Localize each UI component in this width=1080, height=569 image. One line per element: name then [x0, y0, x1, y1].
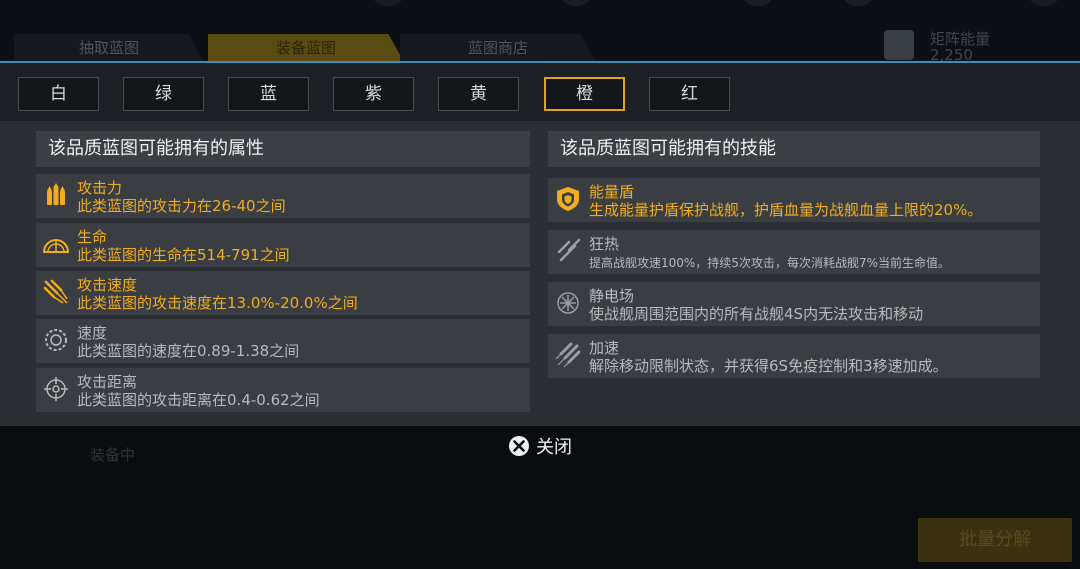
quality-tab-red[interactable]: 红 [649, 77, 730, 111]
attribute-row-speed: 速度 此类蓝图的速度在0.89-1.38之间 [36, 319, 530, 363]
attribute-row-attack-speed: 攻击速度 此类蓝图的攻击速度在13.0%-20.0%之间 [36, 271, 530, 315]
energy-shield-icon [555, 186, 581, 212]
attribute-desc: 此类蓝图的攻击速度在13.0%-20.0%之间 [77, 294, 358, 312]
tab-equip-blueprint[interactable]: 装备蓝图 [208, 34, 404, 62]
quality-tab-green[interactable]: 绿 [123, 77, 204, 111]
skill-desc: 解除移动限制状态，并获得6S免疫控制和3移速加成。 [589, 357, 948, 375]
quality-info-modal: 白 绿 蓝 紫 黄 橙 红 该品质蓝图可能拥有的属性 攻击力 此类蓝图的攻击力在… [0, 61, 1080, 426]
boost-icon [555, 342, 581, 368]
attribute-row-range: 攻击距离 此类蓝图的攻击距离在0.4-0.62之间 [36, 368, 530, 412]
skill-name: 狂热 [589, 235, 620, 253]
quality-tabs: 白 绿 蓝 紫 黄 橙 红 [0, 63, 1080, 121]
speed-gauge-icon [43, 327, 69, 353]
batch-disassemble-button[interactable]: 批量分解 [918, 518, 1072, 562]
attribute-desc: 此类蓝图的攻击距离在0.4-0.62之间 [77, 391, 320, 409]
skill-desc: 提高战舰攻速100%，持续5次攻击，每次消耗战舰7%当前生命值。 [589, 256, 950, 270]
missile-burst-icon [43, 279, 69, 305]
quality-tab-purple[interactable]: 紫 [333, 77, 414, 111]
quality-tab-yellow[interactable]: 黄 [438, 77, 519, 111]
frenzy-icon [555, 238, 581, 264]
energy-cube-icon [884, 30, 914, 60]
skill-row-energy-shield: 能量盾 生成能量护盾保护战舰，护盾血量为战舰血量上限的20%。 [548, 178, 1040, 222]
top-circle-icon [742, 0, 774, 6]
attributes-title: 该品质蓝图可能拥有的属性 [36, 131, 530, 167]
skill-desc: 生成能量护盾保护战舰，护盾血量为战舰血量上限的20%。 [589, 201, 983, 219]
attribute-desc: 此类蓝图的生命在514-791之间 [77, 246, 290, 264]
ammo-icon [43, 182, 69, 208]
static-field-icon [555, 290, 581, 316]
shield-dome-icon [43, 231, 69, 257]
close-label: 关闭 [536, 437, 572, 458]
tab-blueprint-shop[interactable]: 蓝图商店 [400, 34, 596, 62]
close-button[interactable]: 关闭 [508, 433, 572, 459]
attribute-row-attack: 攻击力 此类蓝图的攻击力在26-40之间 [36, 174, 530, 218]
skill-row-boost: 加速 解除移动限制状态，并获得6S免疫控制和3移速加成。 [548, 334, 1040, 378]
quality-tab-orange[interactable]: 橙 [544, 77, 625, 111]
quality-tab-white[interactable]: 白 [18, 77, 99, 111]
screen: 抽取蓝图 装备蓝图 蓝图商店 矩阵能量 2,250 装备中 批量分解 白 绿 蓝… [0, 0, 1080, 569]
top-circle-icon [1028, 0, 1060, 6]
quality-tab-blue[interactable]: 蓝 [228, 77, 309, 111]
crosshair-icon [43, 376, 69, 402]
equipping-label: 装备中 [90, 446, 136, 464]
skill-row-frenzy: 狂热 提高战舰攻速100%，持续5次攻击，每次消耗战舰7%当前生命值。 [548, 230, 1040, 274]
top-circle-icon [842, 0, 874, 6]
attribute-row-health: 生命 此类蓝图的生命在514-791之间 [36, 223, 530, 267]
skill-row-static-field: 静电场 使战舰周围范围内的所有战舰4S内无法攻击和移动 [548, 282, 1040, 326]
attribute-desc: 此类蓝图的速度在0.89-1.38之间 [77, 342, 300, 360]
top-bar: 抽取蓝图 装备蓝图 蓝图商店 矩阵能量 2,250 [0, 0, 1080, 64]
attribute-desc: 此类蓝图的攻击力在26-40之间 [77, 197, 286, 215]
close-icon [509, 436, 529, 456]
tab-draw-blueprint[interactable]: 抽取蓝图 [14, 34, 204, 62]
skill-desc: 使战舰周围范围内的所有战舰4S内无法攻击和移动 [589, 305, 924, 323]
top-circle-icon [560, 0, 592, 6]
top-circle-icon [372, 0, 404, 6]
skills-title: 该品质蓝图可能拥有的技能 [548, 131, 1040, 167]
